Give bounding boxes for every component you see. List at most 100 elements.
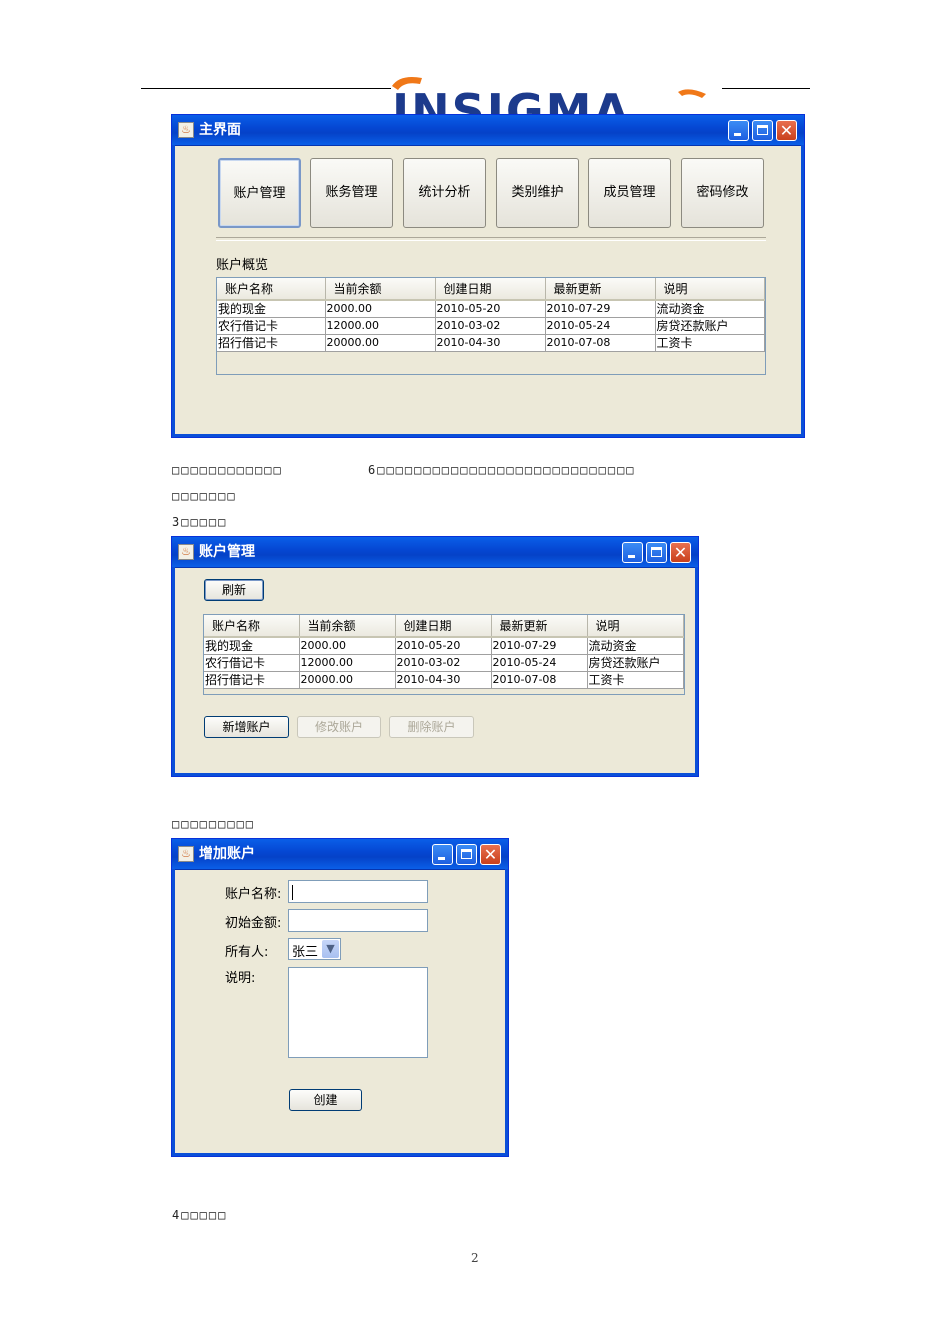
maximize-button[interactable] — [646, 542, 667, 563]
overview-label: 账户概览 — [216, 258, 269, 273]
table-cell: 2000.00 — [325, 300, 436, 318]
add-account-button[interactable]: 新增账户 — [204, 716, 289, 738]
table-cell: 12000.00 — [299, 654, 396, 672]
column-header[interactable]: 说明 — [655, 278, 765, 301]
table-cell: 2010-07-29 — [545, 300, 656, 318]
column-header[interactable]: 当前余额 — [299, 615, 396, 638]
category-maintenance-button[interactable]: 类别维护 — [496, 158, 579, 228]
minimize-button[interactable] — [622, 542, 643, 563]
table-cell: 2010-05-20 — [395, 637, 492, 655]
minimize-button[interactable] — [432, 844, 453, 865]
column-header[interactable]: 创建日期 — [395, 615, 492, 638]
column-header[interactable]: 说明 — [587, 615, 684, 638]
table-header-row: 账户名称 当前余额 创建日期 最新更新 说明 — [217, 278, 765, 301]
member-management-button[interactable]: 成员管理 — [588, 158, 671, 228]
bookkeeping-button[interactable]: 账务管理 — [310, 158, 393, 228]
description-textarea[interactable] — [288, 967, 428, 1058]
create-button[interactable]: 创建 — [289, 1089, 362, 1111]
account-window-titlebar[interactable]: ♨ 账户管理 ✕ — [172, 537, 698, 568]
refresh-button[interactable]: 刷新 — [204, 579, 264, 601]
maximize-icon — [757, 125, 768, 135]
delete-account-button[interactable]: 删除账户 — [389, 716, 474, 738]
close-button[interactable]: ✕ — [480, 844, 501, 865]
column-header[interactable]: 当前余额 — [325, 278, 436, 301]
account-management-button[interactable]: 账户管理 — [218, 158, 301, 228]
java-app-icon: ♨ — [178, 544, 194, 560]
owner-select[interactable]: 张三 ▼ — [288, 938, 341, 960]
page-number: 2 — [471, 1251, 479, 1265]
close-icon: ✕ — [673, 543, 688, 562]
account-name-input[interactable] — [288, 880, 428, 903]
table-cell: 招行借记卡 — [204, 671, 300, 689]
table-row[interactable]: 招行借记卡 20000.00 2010-04-30 2010-07-08 工资卡 — [204, 671, 684, 689]
close-button[interactable]: ✕ — [776, 120, 797, 141]
table-row[interactable]: 农行借记卡 12000.00 2010-03-02 2010-05-24 房贷还… — [217, 317, 765, 335]
doc-text-line1-b: 6□□□□□□□□□□□□□□□□□□□□□□□□□□□□ — [368, 463, 636, 477]
close-icon: ✕ — [483, 845, 498, 864]
window-title: 增加账户 — [199, 846, 255, 862]
initial-amount-input[interactable] — [288, 909, 428, 932]
column-header[interactable]: 账户名称 — [217, 278, 326, 301]
window-title: 账户管理 — [199, 544, 255, 560]
overview-table[interactable]: 账户名称 当前余额 创建日期 最新更新 说明 我的现金 2000.00 2010… — [216, 277, 766, 375]
table-cell: 流动资金 — [587, 637, 684, 655]
table-cell: 2010-04-30 — [395, 671, 492, 689]
table-cell: 我的现金 — [217, 300, 326, 318]
initial-amount-label: 初始金额: — [225, 916, 282, 931]
table-cell: 2010-03-02 — [395, 654, 492, 672]
table-cell: 2010-05-24 — [545, 317, 656, 335]
close-button[interactable]: ✕ — [670, 542, 691, 563]
column-header[interactable]: 账户名称 — [204, 615, 300, 638]
chevron-down-icon[interactable]: ▼ — [322, 940, 339, 958]
add-window-titlebar[interactable]: ♨ 增加账户 ✕ — [172, 839, 508, 870]
window-title: 主界面 — [199, 122, 241, 138]
minimize-button[interactable] — [728, 120, 749, 141]
maximize-icon — [461, 849, 472, 859]
table-row[interactable]: 农行借记卡 12000.00 2010-03-02 2010-05-24 房贷还… — [204, 654, 684, 672]
table-cell: 12000.00 — [325, 317, 436, 335]
java-app-icon: ♨ — [178, 846, 194, 862]
table-cell: 工资卡 — [655, 334, 765, 352]
add-account-window: ♨ 增加账户 ✕ 账户名称: 初始金额: 所有人: 张三 ▼ 说明: 创建 — [171, 838, 509, 1157]
table-cell: 2000.00 — [299, 637, 396, 655]
table-row[interactable]: 我的现金 2000.00 2010-05-20 2010-07-29 流动资金 — [217, 300, 765, 318]
account-management-window: ♨ 账户管理 ✕ 刷新 账户名称 当前余额 创建日期 最新更新 说明 我的现金 … — [171, 536, 699, 777]
table-cell: 房贷还款账户 — [587, 654, 684, 672]
doc-text-line4: □□□□□□□□□ — [172, 817, 256, 831]
column-header[interactable]: 最新更新 — [491, 615, 588, 638]
minimize-icon — [438, 857, 445, 860]
table-cell: 2010-05-20 — [435, 300, 546, 318]
doc-text-line5: 4□□□□□ — [172, 1208, 228, 1222]
table-row[interactable]: 招行借记卡 20000.00 2010-04-30 2010-07-08 工资卡 — [217, 334, 765, 352]
minimize-icon — [628, 555, 635, 558]
column-header[interactable]: 创建日期 — [435, 278, 546, 301]
table-cell: 招行借记卡 — [217, 334, 326, 352]
table-cell: 农行借记卡 — [204, 654, 300, 672]
table-cell: 2010-03-02 — [435, 317, 546, 335]
table-cell: 2010-04-30 — [435, 334, 546, 352]
account-table[interactable]: 账户名称 当前余额 创建日期 最新更新 说明 我的现金 2000.00 2010… — [203, 614, 685, 695]
table-cell: 2010-07-29 — [491, 637, 588, 655]
column-header[interactable]: 最新更新 — [545, 278, 656, 301]
owner-selected-value: 张三 — [292, 945, 319, 960]
table-row[interactable]: 我的现金 2000.00 2010-05-20 2010-07-29 流动资金 — [204, 637, 684, 655]
table-cell: 20000.00 — [325, 334, 436, 352]
table-cell: 2010-05-24 — [491, 654, 588, 672]
statistics-button[interactable]: 统计分析 — [403, 158, 486, 228]
text-caret — [292, 885, 293, 900]
table-cell: 我的现金 — [204, 637, 300, 655]
maximize-icon — [651, 547, 662, 557]
doc-text-line2: □□□□□□□ — [172, 489, 237, 503]
logo-text: INSIGMA — [392, 84, 631, 116]
edit-account-button[interactable]: 修改账户 — [297, 716, 381, 738]
header-rule-left — [141, 88, 391, 89]
maximize-button[interactable] — [456, 844, 477, 865]
account-name-label: 账户名称: — [225, 887, 282, 902]
main-window-titlebar[interactable]: ♨ 主界面 ✕ — [172, 115, 804, 146]
insigma-logo: INSIGMA — [388, 72, 718, 116]
table-cell: 20000.00 — [299, 671, 396, 689]
table-cell: 2010-07-08 — [491, 671, 588, 689]
change-password-button[interactable]: 密码修改 — [681, 158, 764, 228]
maximize-button[interactable] — [752, 120, 773, 141]
description-label: 说明: — [225, 971, 256, 986]
